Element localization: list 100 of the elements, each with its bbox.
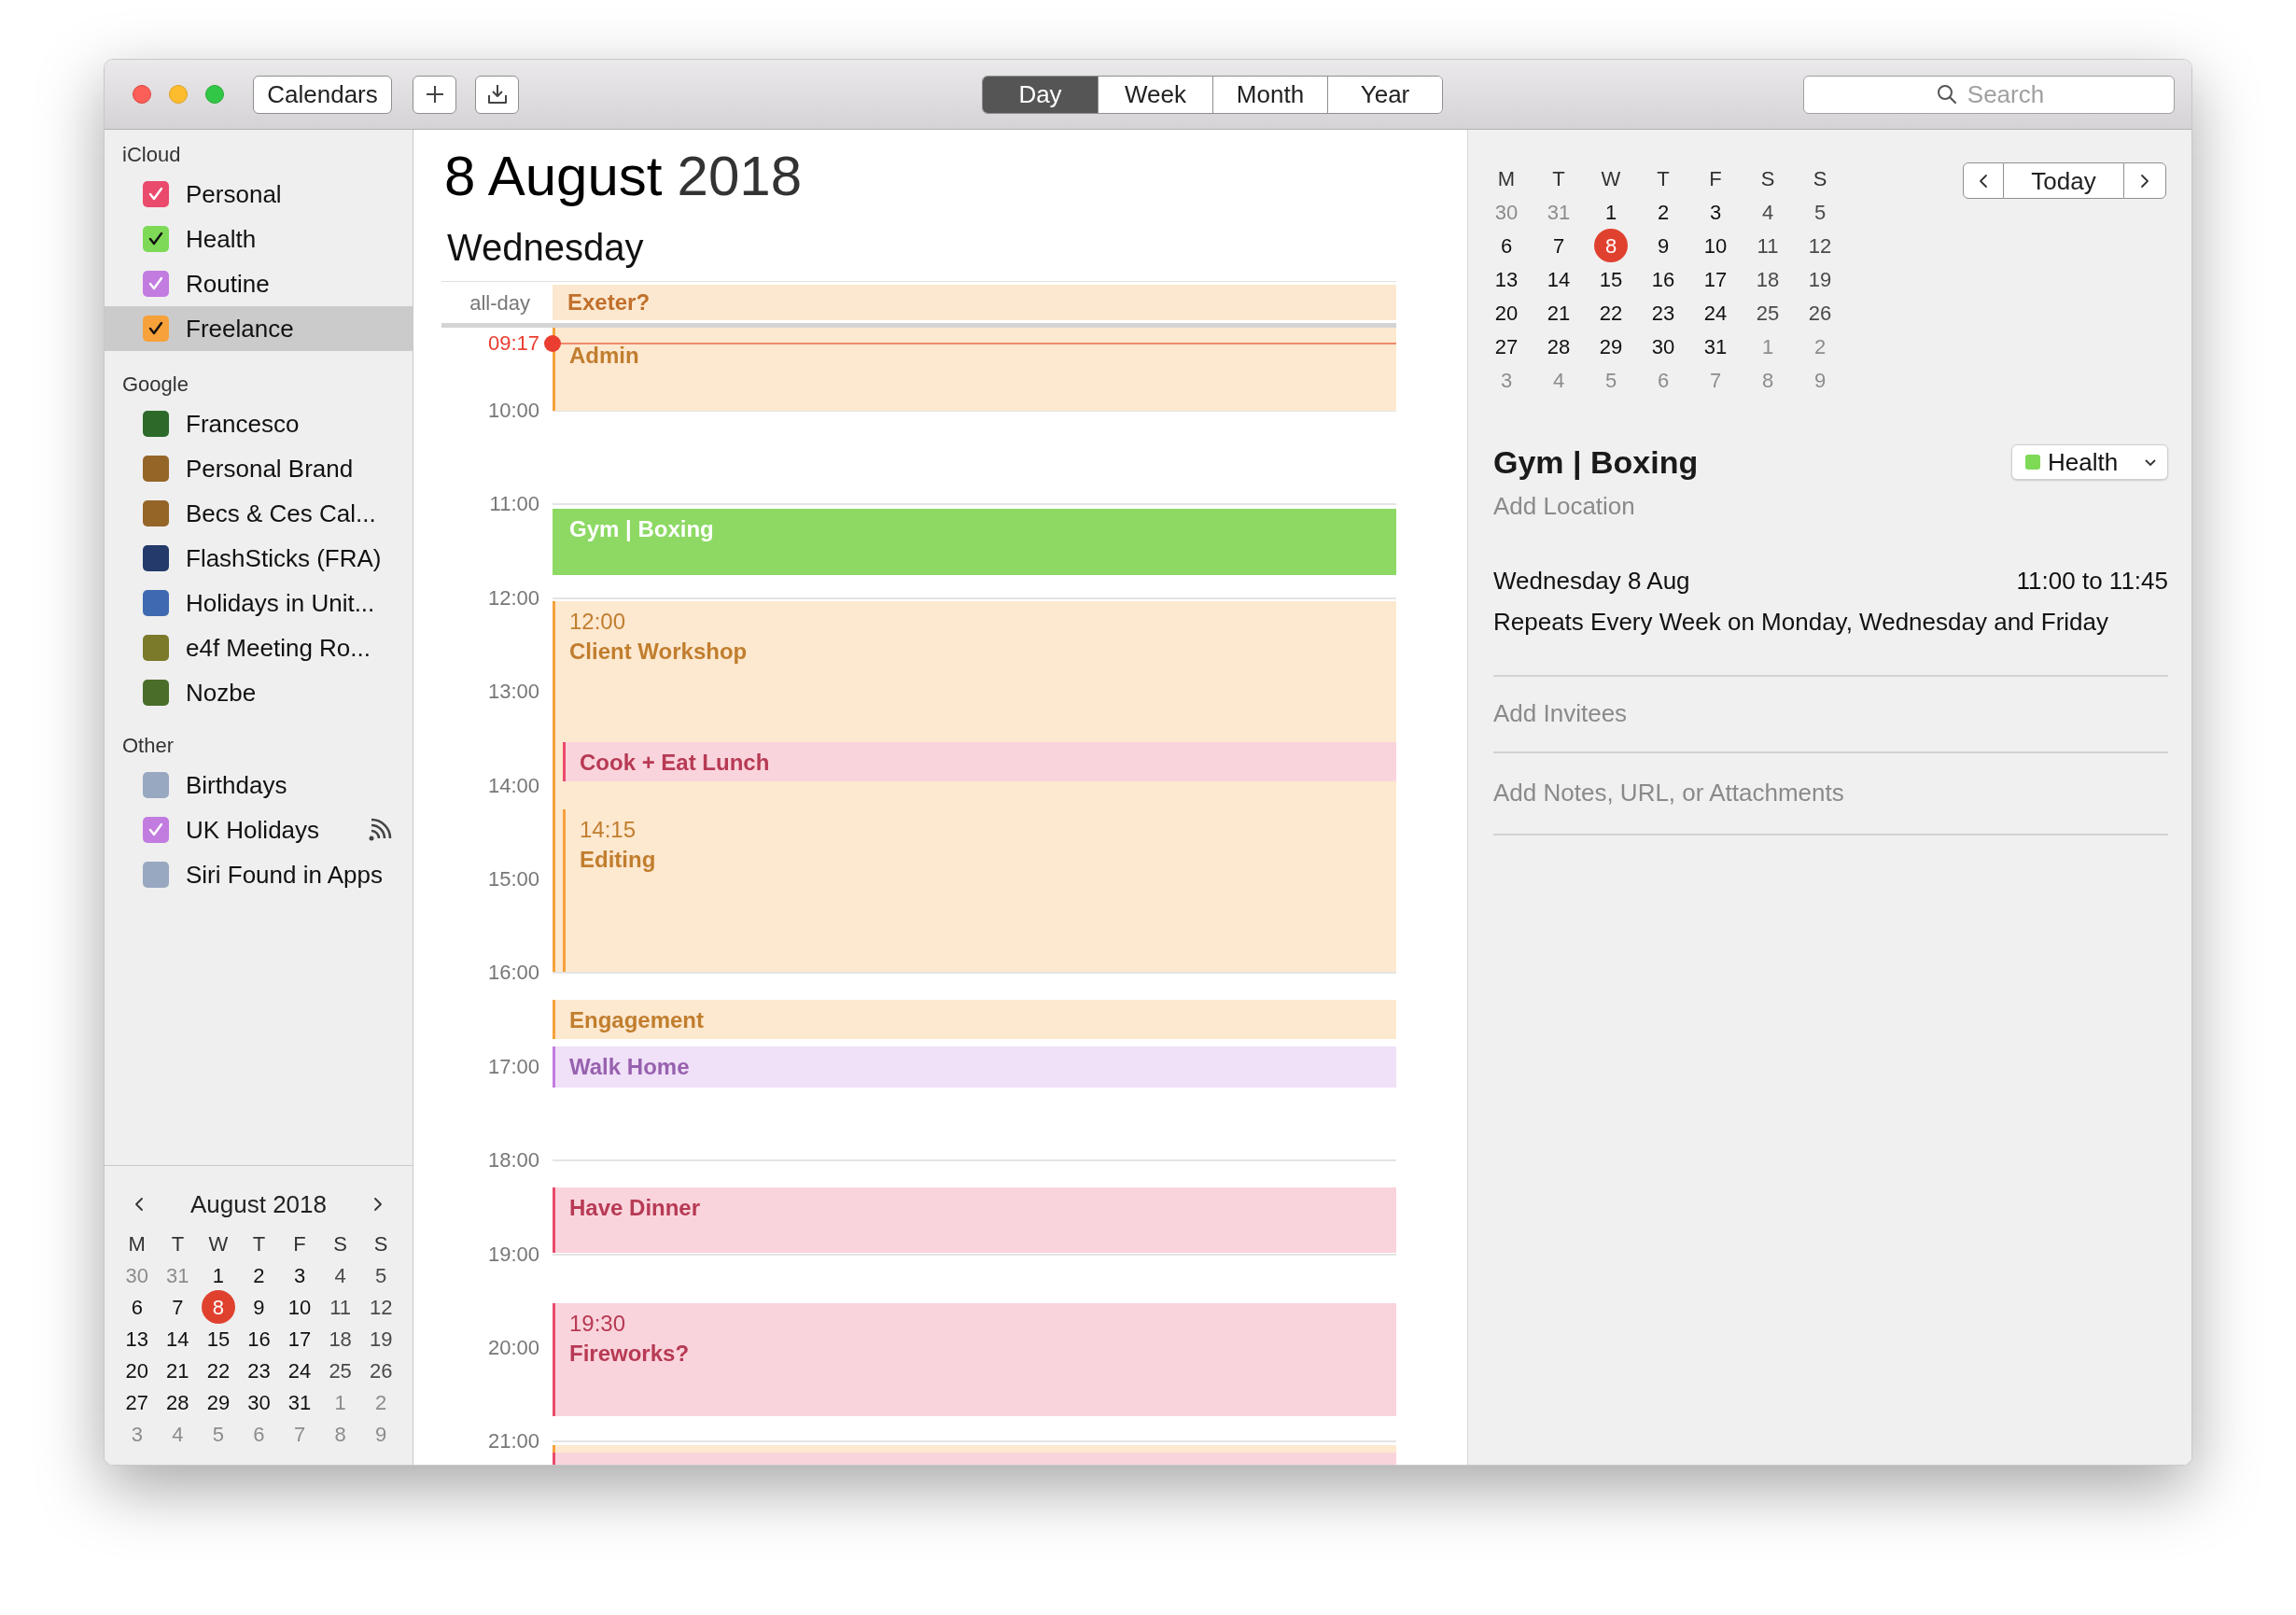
calendar-day[interactable]: 28 <box>1542 330 1575 363</box>
checkbox[interactable] <box>143 226 169 252</box>
calendar-day[interactable]: 8 <box>201 1290 235 1324</box>
calendar-day[interactable]: 8 <box>1594 229 1628 262</box>
calendar-day[interactable]: 9 <box>242 1290 276 1324</box>
view-tab[interactable]: Year <box>1327 76 1442 113</box>
calendar-day[interactable]: 22 <box>201 1354 235 1387</box>
calendar-day[interactable]: 24 <box>283 1354 317 1387</box>
calendar-day[interactable]: 31 <box>283 1385 317 1419</box>
calendar-day[interactable]: 10 <box>1699 229 1732 262</box>
calendar-day[interactable]: 14 <box>161 1322 195 1355</box>
event-block[interactable]: Have Dinner <box>553 1187 1396 1253</box>
calendar-day[interactable]: 1 <box>1594 195 1628 229</box>
add-button[interactable] <box>413 75 456 114</box>
close-button[interactable] <box>133 85 151 104</box>
calendar-day[interactable]: 6 <box>119 1290 154 1324</box>
event-block[interactable]: 12:00 Client Workshop Cook + Eat Lunch 14:15 Editing <box>553 601 1396 972</box>
invitees-field[interactable]: Add Invitees <box>1493 695 2168 732</box>
checkbox[interactable] <box>143 181 169 207</box>
calendar-day[interactable]: 12 <box>364 1290 399 1324</box>
calendar-day[interactable]: 2 <box>242 1258 276 1292</box>
inbox-button[interactable] <box>475 75 519 114</box>
calendar-day[interactable]: 1 <box>201 1258 235 1292</box>
calendar-list-item[interactable]: Becs & Ces Cal... <box>105 491 413 536</box>
checkbox[interactable] <box>143 772 169 798</box>
calendar-day[interactable]: 16 <box>1646 262 1680 296</box>
calendar-day[interactable]: 15 <box>201 1322 235 1355</box>
calendar-day[interactable]: 23 <box>242 1354 276 1387</box>
calendar-list-item[interactable]: e4f Meeting Ro... <box>105 625 413 670</box>
calendar-day[interactable]: 26 <box>364 1354 399 1387</box>
calendar-day[interactable]: 23 <box>1646 296 1680 330</box>
location-field[interactable]: Add Location <box>1493 487 2168 525</box>
calendar-day[interactable]: 3 <box>283 1258 317 1292</box>
checkbox[interactable] <box>143 817 169 843</box>
checkbox[interactable] <box>143 456 169 482</box>
calendar-day[interactable]: 24 <box>1699 296 1732 330</box>
calendar-list-item[interactable]: Routine <box>105 261 413 306</box>
calendar-day[interactable]: 5 <box>364 1258 399 1292</box>
calendar-day[interactable]: 20 <box>1490 296 1523 330</box>
calendar-day[interactable]: 20 <box>119 1354 154 1387</box>
calendar-day[interactable]: 31 <box>1699 330 1732 363</box>
calendar-day[interactable]: 10 <box>283 1290 317 1324</box>
calendar-day[interactable]: 12 <box>1803 229 1837 262</box>
calendar-list-item[interactable]: Freelance <box>105 306 413 351</box>
checkbox[interactable] <box>143 545 169 571</box>
calendars-button[interactable]: Calendars <box>253 75 392 114</box>
calendar-day[interactable]: 4 <box>323 1258 357 1292</box>
calendar-day[interactable]: 30 <box>1646 330 1680 363</box>
calendar-list-item[interactable]: Nozbe <box>105 670 413 715</box>
previous-button[interactable] <box>1963 162 2004 199</box>
calendar-day[interactable]: 30 <box>242 1385 276 1419</box>
event-block[interactable]: Cook + Eat Lunch <box>563 742 1396 781</box>
calendar-popup[interactable]: Health <box>2011 444 2168 480</box>
calendar-list-item[interactable]: Birthdays <box>105 763 413 808</box>
today-button[interactable]: Today <box>2004 162 2123 199</box>
calendar-day[interactable]: 27 <box>1490 330 1523 363</box>
calendar-day[interactable]: 21 <box>161 1354 195 1387</box>
calendar-list-item[interactable]: Personal <box>105 172 413 217</box>
checkbox[interactable] <box>143 271 169 297</box>
event-block[interactable]: 19:30 Fireworks? <box>553 1303 1396 1416</box>
calendar-list-item[interactable]: Health <box>105 217 413 261</box>
calendar-day[interactable]: 4 <box>1751 195 1785 229</box>
calendar-day[interactable]: 17 <box>283 1322 317 1355</box>
calendar-day[interactable]: 14 <box>1542 262 1575 296</box>
calendar-day[interactable]: 29 <box>201 1385 235 1419</box>
calendar-day[interactable]: 7 <box>161 1290 195 1324</box>
calendar-day[interactable]: 13 <box>119 1322 154 1355</box>
view-tab[interactable]: Day <box>983 76 1098 113</box>
calendar-list-item[interactable]: Siri Found in Apps <box>105 852 413 897</box>
checkbox[interactable] <box>143 680 169 706</box>
calendar-list-item[interactable]: FlashSticks (FRA) <box>105 536 413 581</box>
calendar-day[interactable]: 6 <box>1490 229 1523 262</box>
calendar-day[interactable]: 9 <box>1646 229 1680 262</box>
calendar-day[interactable]: 22 <box>1594 296 1628 330</box>
search-field[interactable]: Search <box>1803 75 2175 114</box>
calendar-day[interactable]: 18 <box>323 1322 357 1355</box>
minimize-button[interactable] <box>169 85 188 104</box>
calendar-day[interactable]: 17 <box>1699 262 1732 296</box>
calendar-day[interactable]: 25 <box>323 1354 357 1387</box>
calendar-day[interactable]: 29 <box>1594 330 1628 363</box>
checkbox[interactable] <box>143 411 169 437</box>
calendar-list-item[interactable]: Francesco <box>105 401 413 446</box>
calendar-day[interactable]: 19 <box>364 1322 399 1355</box>
calendar-day[interactable]: 27 <box>119 1385 154 1419</box>
calendar-day[interactable]: 16 <box>242 1322 276 1355</box>
calendar-day[interactable]: 15 <box>1594 262 1628 296</box>
calendar-list-item[interactable]: Holidays in Unit... <box>105 581 413 625</box>
calendar-day[interactable]: 19 <box>1803 262 1837 296</box>
calendar-list-item[interactable]: UK Holidays <box>105 808 413 852</box>
event-block[interactable]: Walk Home <box>553 1046 1396 1088</box>
checkbox[interactable] <box>143 862 169 888</box>
calendar-day[interactable]: 28 <box>161 1385 195 1419</box>
calendar-day[interactable]: 3 <box>1699 195 1732 229</box>
calendar-day[interactable]: 11 <box>1751 229 1785 262</box>
checkbox[interactable] <box>143 500 169 527</box>
checkbox[interactable] <box>143 316 169 342</box>
calendar-day[interactable]: 25 <box>1751 296 1785 330</box>
notes-field[interactable]: Add Notes, URL, or Attachments <box>1493 774 2168 811</box>
checkbox[interactable] <box>143 635 169 661</box>
next-button[interactable] <box>2123 162 2166 199</box>
